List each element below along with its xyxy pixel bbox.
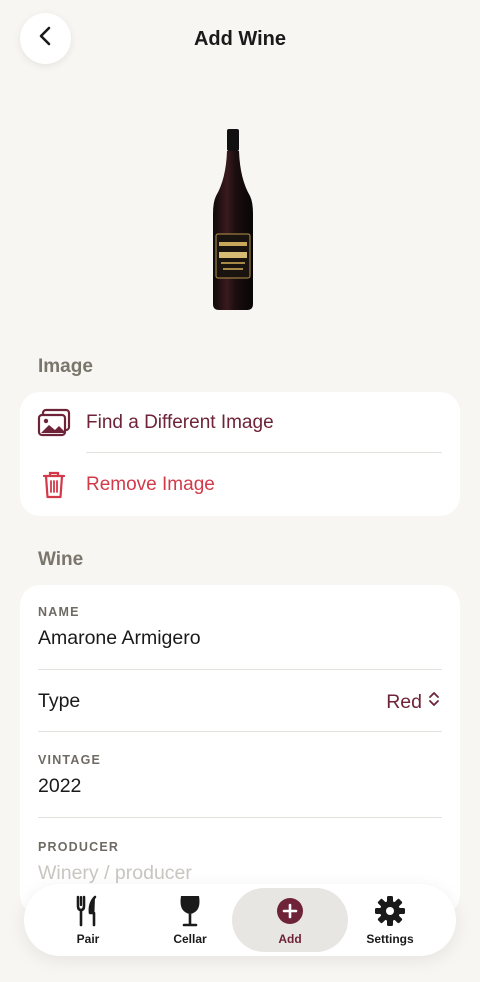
image-options-card: Find a Different Image Remove Image: [20, 392, 460, 516]
vintage-value[interactable]: 2022: [38, 775, 81, 798]
photo-stack-icon: [37, 406, 71, 440]
find-different-image-button[interactable]: Find a Different Image: [20, 392, 460, 454]
trash-icon: [37, 468, 71, 502]
type-label: Type: [38, 690, 81, 712]
tab-add-label: Add: [278, 932, 302, 946]
tab-pair-label: Pair: [76, 932, 100, 946]
type-value[interactable]: Red: [386, 690, 440, 714]
chevron-up-down-icon: [428, 690, 440, 714]
remove-image-label: Remove Image: [86, 474, 215, 495]
vintage-field[interactable]: VINTAGE 2022: [20, 732, 460, 818]
divider: [86, 452, 442, 453]
tab-settings-label: Settings: [366, 932, 414, 946]
name-value[interactable]: Amarone Armigero: [38, 627, 201, 650]
tab-pair[interactable]: Pair: [46, 884, 130, 956]
wine-section-title: Wine: [38, 549, 84, 570]
remove-image-button[interactable]: Remove Image: [20, 454, 460, 516]
plus-circle-icon: [273, 894, 307, 928]
tab-cellar-label: Cellar: [173, 932, 207, 946]
page-title: Add Wine: [193, 28, 287, 50]
producer-caption: PRODUCER: [38, 840, 120, 854]
tab-add[interactable]: Add: [232, 884, 348, 956]
fork-knife-icon: [71, 894, 105, 928]
find-different-image-label: Find a Different Image: [86, 412, 274, 433]
gear-icon: [373, 894, 407, 928]
name-caption: NAME: [38, 605, 80, 619]
tab-cellar[interactable]: Cellar: [148, 884, 232, 956]
wine-glass-icon: [173, 894, 207, 928]
tab-bar: Pair Cellar Add Settings: [24, 884, 456, 956]
type-picker[interactable]: Type Red: [20, 670, 460, 732]
name-field[interactable]: NAME Amarone Armigero: [20, 585, 460, 669]
wine-bottle-image: [208, 124, 258, 314]
producer-input[interactable]: Winery / producer: [38, 862, 192, 885]
wine-details-card: NAME Amarone Armigero Type Red VINTAGE 2…: [20, 585, 460, 915]
tab-settings[interactable]: Settings: [348, 884, 432, 956]
vintage-caption: VINTAGE: [38, 753, 102, 767]
image-section-title: Image: [38, 356, 93, 377]
type-value-text: Red: [386, 690, 422, 713]
